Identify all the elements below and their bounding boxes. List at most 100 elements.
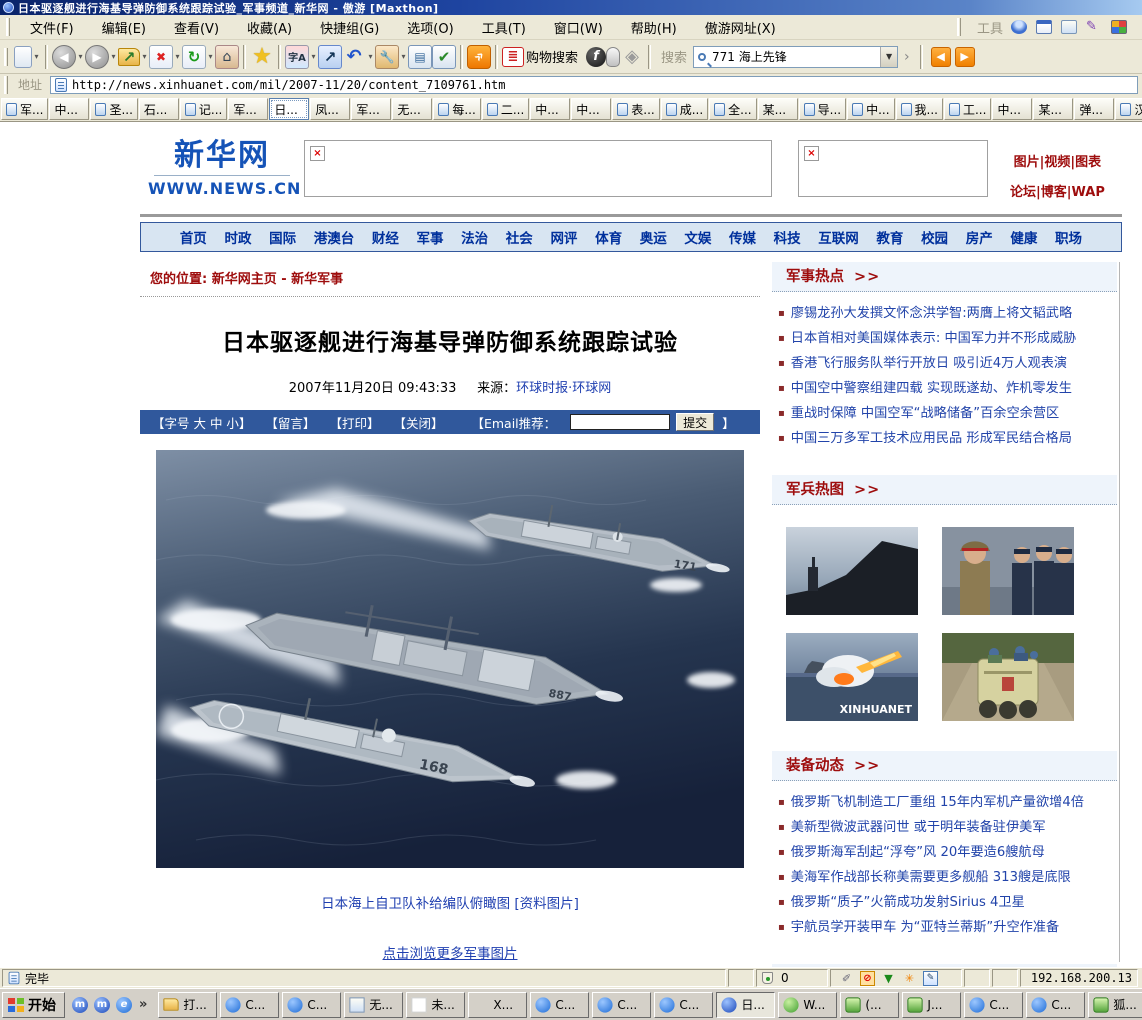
- browser-tab[interactable]: 我...: [896, 98, 943, 120]
- start-button[interactable]: 开始: [2, 992, 65, 1018]
- taskbar-button[interactable]: 日...: [716, 992, 775, 1018]
- browser-tab[interactable]: 中...: [571, 98, 611, 120]
- taskbar-button[interactable]: J...: [902, 992, 961, 1018]
- article-photo[interactable]: 171 887: [156, 450, 744, 868]
- external-window-button[interactable]: ↗: [318, 45, 342, 69]
- menu-item[interactable]: 工具(T): [468, 16, 540, 39]
- taskbar-button[interactable]: C...: [592, 992, 651, 1018]
- search-dropdown-arrow[interactable]: ▼: [880, 47, 897, 67]
- popup-blocker-icon[interactable]: ⊘: [860, 971, 875, 986]
- refresh-button[interactable]: ↻: [182, 45, 206, 69]
- browser-tab[interactable]: 无...: [392, 98, 432, 120]
- nav-link[interactable]: 奥运: [640, 227, 667, 247]
- trash-icon[interactable]: [762, 972, 773, 984]
- browser-tab[interactable]: 中...: [49, 98, 89, 120]
- nav-link[interactable]: 校园: [921, 227, 948, 247]
- maxthon-quicklaunch-icon[interactable]: m: [72, 997, 88, 1013]
- news-link[interactable]: 宇航员学开装甲车 为“亚特兰蒂斯”升空作准备: [791, 920, 1059, 935]
- stop-dropdown[interactable]: ▾: [173, 52, 182, 61]
- browser-tab[interactable]: 中...: [530, 98, 570, 120]
- nav-link[interactable]: 社会: [506, 227, 533, 247]
- refresh-dropdown[interactable]: ▾: [206, 52, 215, 61]
- home-button[interactable]: ⌂: [215, 45, 239, 69]
- nav-link[interactable]: 网评: [550, 227, 577, 247]
- menu-item[interactable]: 选项(O): [393, 16, 467, 39]
- article-tool-button[interactable]: 【关闭】: [393, 413, 443, 432]
- taskbar-button[interactable]: C...: [964, 992, 1023, 1018]
- overflow-chevron-icon[interactable]: »: [139, 997, 147, 1012]
- search-value[interactable]: 771 海上先锋: [712, 48, 880, 65]
- search-go-chevron[interactable]: ›: [904, 49, 910, 65]
- officers-thumbnail[interactable]: [942, 527, 1074, 615]
- stop-button[interactable]: ✖: [149, 45, 173, 69]
- translate-dropdown[interactable]: ▾: [309, 52, 318, 61]
- news-link[interactable]: 中国三万多军工技术应用民品 形成军民结合格局: [791, 431, 1072, 446]
- submit-button[interactable]: 提交: [676, 413, 714, 431]
- browser-tab[interactable]: 每...: [433, 98, 480, 120]
- browser-tab[interactable]: 记...: [180, 98, 227, 120]
- nav-link[interactable]: 职场: [1055, 227, 1082, 247]
- nav-link[interactable]: 互联网: [818, 227, 859, 247]
- browser-tab[interactable]: 全...: [709, 98, 756, 120]
- browser-tab[interactable]: 某...: [1033, 98, 1073, 120]
- browser-tab[interactable]: 工...: [944, 98, 991, 120]
- filter-status-icon[interactable]: ✳: [902, 971, 917, 986]
- open-dropdown[interactable]: ▾: [140, 52, 149, 61]
- next-page-button[interactable]: ▶: [955, 47, 975, 67]
- news-link[interactable]: 俄罗斯海军刮起“浮夸”风 20年要造6艘航母: [791, 845, 1045, 860]
- nav-link[interactable]: 首页: [180, 227, 207, 247]
- quick-links-community[interactable]: 论坛|博客|WAP: [1010, 178, 1105, 208]
- source-link[interactable]: 环球时报·环球网: [516, 381, 611, 396]
- menu-item[interactable]: 窗口(W): [540, 16, 617, 39]
- section-header[interactable]: 军事热点>>: [772, 262, 1117, 292]
- menu-item[interactable]: 帮助(H): [617, 16, 691, 39]
- taskbar-button[interactable]: W...: [778, 992, 837, 1018]
- taskbar-button[interactable]: 无...: [344, 992, 403, 1018]
- search-input[interactable]: 771 海上先锋 ▼: [693, 46, 898, 68]
- prev-page-button[interactable]: ◀: [931, 47, 951, 67]
- browser-tab[interactable]: 二...: [482, 98, 529, 120]
- nav-link[interactable]: 健康: [1010, 227, 1037, 247]
- palette-icon[interactable]: [1111, 20, 1127, 34]
- favorites-star-icon[interactable]: ★: [250, 45, 274, 69]
- nav-link[interactable]: 法治: [461, 227, 488, 247]
- shopping-cart-icon[interactable]: ≣: [502, 47, 524, 67]
- news-link[interactable]: 俄罗斯“质子”火箭成功发射Sirius 4卫星: [791, 895, 1025, 910]
- more-arrow[interactable]: >>: [854, 758, 880, 774]
- tools-dropdown[interactable]: ▾: [399, 52, 408, 61]
- mouse-gesture-icon[interactable]: [606, 47, 620, 67]
- browser-tab[interactable]: 弹...: [1074, 98, 1114, 120]
- news-link[interactable]: 中国空中警察组建四载 实现既遂劫、炸机零发生: [791, 381, 1072, 396]
- back-dropdown[interactable]: ▾: [76, 52, 85, 61]
- menu-item[interactable]: 编辑(E): [88, 16, 160, 39]
- browser-tab[interactable]: 日...: [269, 98, 309, 120]
- edit-page-status-icon[interactable]: ✎: [923, 971, 938, 986]
- browser-tab[interactable]: 中...: [992, 98, 1032, 120]
- download-status-icon[interactable]: ▼: [881, 971, 896, 986]
- check-page-button[interactable]: ✔: [432, 45, 456, 69]
- missile-launch-thumbnail[interactable]: XINHUANET: [786, 633, 918, 721]
- mouse-gesture-status-icon[interactable]: ✐: [839, 971, 854, 986]
- nav-link[interactable]: 科技: [774, 227, 801, 247]
- more-photos-link[interactable]: 点击浏览更多军事图片: [383, 946, 518, 962]
- browser-tab[interactable]: 军...: [228, 98, 268, 120]
- open-folder-button[interactable]: ↗: [118, 48, 140, 66]
- menu-item[interactable]: 收藏(A): [233, 16, 306, 39]
- nav-link[interactable]: 财经: [372, 227, 399, 247]
- menu-item[interactable]: 傲游网址(X): [691, 16, 790, 39]
- pen-icon[interactable]: ✎: [1086, 20, 1102, 34]
- rss-icon[interactable]: »: [467, 45, 491, 69]
- taskbar-button[interactable]: C...: [220, 992, 279, 1018]
- undo-dropdown[interactable]: ▾: [366, 52, 375, 61]
- window-icon[interactable]: [1036, 20, 1052, 34]
- ie-quicklaunch-icon[interactable]: e: [116, 997, 132, 1013]
- nav-link[interactable]: 文娱: [684, 227, 711, 247]
- ad-banner-placeholder[interactable]: ×: [304, 140, 772, 197]
- article-tool-button[interactable]: 【字号 大 中 小】: [152, 413, 251, 432]
- armored-vehicle-thumbnail[interactable]: [942, 633, 1074, 721]
- new-page-dropdown[interactable]: ▾: [32, 52, 41, 61]
- taskbar-button[interactable]: C...: [1026, 992, 1085, 1018]
- browser-tab[interactable]: 军...: [1, 98, 48, 120]
- browser-tab[interactable]: 军...: [351, 98, 391, 120]
- logo-url-text[interactable]: WWW.NEWS.CN: [148, 179, 296, 198]
